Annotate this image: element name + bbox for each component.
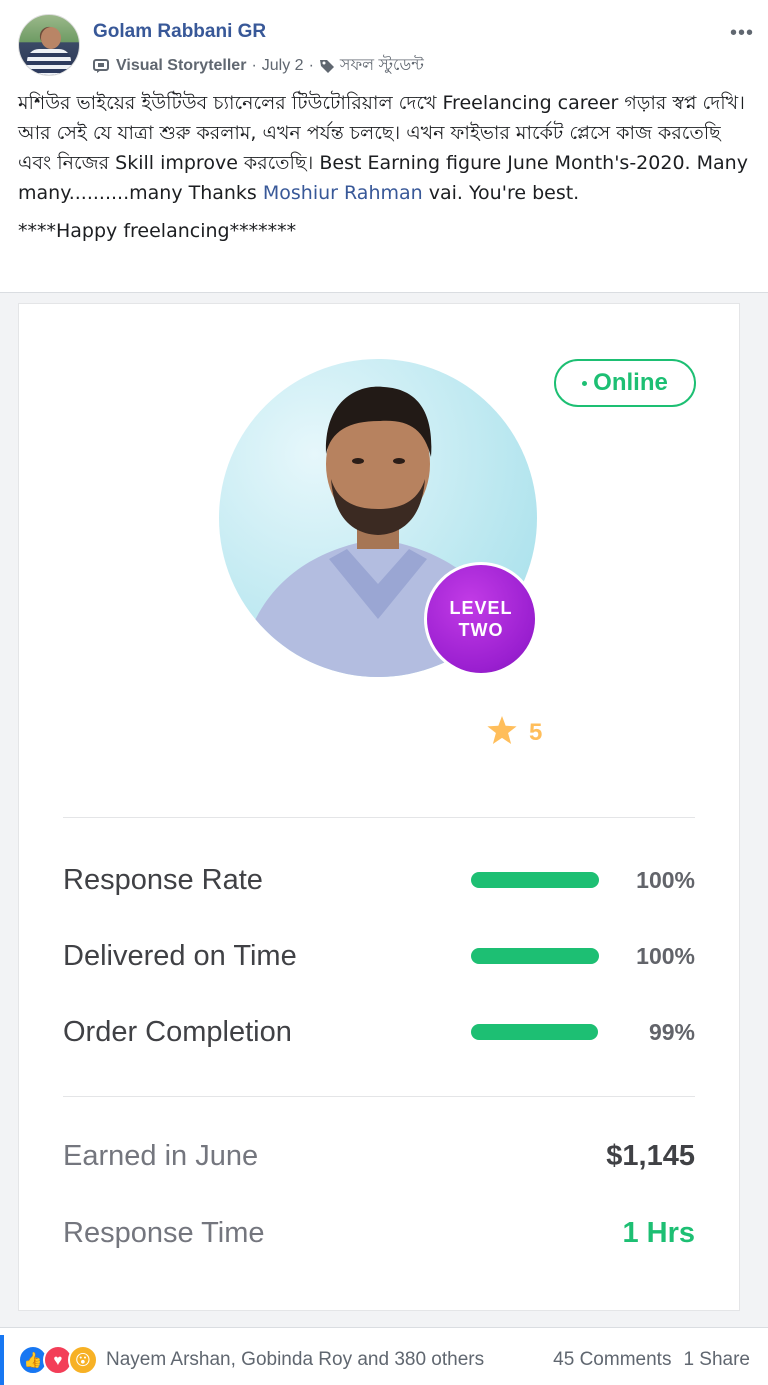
earned-value: $1,145: [606, 1140, 695, 1172]
stat-delivered-on-time: Delivered on Time 100%: [63, 936, 695, 976]
post-date[interactable]: July 2: [262, 57, 304, 75]
online-status-badge: Online: [554, 359, 696, 407]
reactors-link[interactable]: Nayem Arshan, Gobinda Roy and 380 others: [106, 1349, 553, 1371]
progress-bar: [471, 948, 599, 964]
mention-link[interactable]: Moshiur Rahman: [263, 182, 423, 204]
response-time-value: 1 Hrs: [622, 1217, 695, 1249]
shares-link[interactable]: 1 Share: [683, 1349, 750, 1371]
reaction-icons[interactable]: 👍 ♥ 😮: [18, 1345, 98, 1375]
response-time-row: Response Time 1 Hrs: [63, 1211, 695, 1255]
divider: [63, 817, 695, 818]
reactions-bar: 👍 ♥ 😮 Nayem Arshan, Gobinda Roy and 380 …: [0, 1335, 768, 1385]
divider: [63, 1096, 695, 1097]
seller-profile-card: Online LEVEL TWO 5 Response Rate 100% De…: [18, 303, 740, 1311]
stat-order-completion: Order Completion 99%: [63, 1012, 695, 1052]
post-image[interactable]: Online LEVEL TWO 5 Response Rate 100% De…: [0, 292, 768, 1328]
tag-icon: [319, 58, 335, 74]
progress-bar: [471, 1024, 598, 1040]
stat-label: Order Completion: [63, 1016, 292, 1048]
post-paragraph: মশিউর ভাইয়ের ইউটিউব চ্যানেলের টিউটোরিয়…: [18, 88, 753, 208]
stat-label: Response Rate: [63, 864, 263, 896]
level-two-badge: LEVEL TWO: [424, 562, 538, 676]
stat-value: 100%: [636, 867, 695, 893]
post-tag[interactable]: সফল স্টুডেন্ট: [340, 52, 424, 79]
post-header: Golam Rabbani GR Visual Storyteller · Ju…: [18, 14, 758, 78]
more-horizontal-icon[interactable]: •••: [730, 22, 754, 45]
level-badge-line: LEVEL: [449, 598, 513, 618]
stat-label: Delivered on Time: [63, 940, 297, 972]
comments-link[interactable]: 45 Comments: [553, 1349, 671, 1371]
meta-separator: ·: [308, 56, 314, 74]
response-time-label: Response Time: [63, 1217, 265, 1249]
storyteller-badge[interactable]: Visual Storyteller: [116, 57, 246, 75]
stat-value: 100%: [636, 943, 695, 969]
level-badge-line: TWO: [458, 620, 504, 640]
stat-response-rate: Response Rate 100%: [63, 860, 695, 900]
stat-value: 99%: [648, 1019, 695, 1045]
status-dot-icon: [582, 380, 588, 386]
storyteller-badge-icon: [93, 58, 111, 74]
earned-label: Earned in June: [63, 1140, 259, 1172]
wow-icon: 😮: [68, 1345, 98, 1375]
author-name[interactable]: Golam Rabbani GR: [93, 21, 266, 43]
star-icon: [487, 716, 517, 749]
rating-value: 5: [529, 718, 543, 746]
author-avatar[interactable]: [18, 14, 80, 76]
progress-bar: [471, 872, 599, 888]
status-label: Online: [593, 369, 668, 396]
seller-rating: 5: [487, 716, 542, 749]
post-meta: Visual Storyteller · July 2 · সফল স্টুডে…: [93, 52, 424, 79]
post-text-part: vai. You're best.: [422, 182, 580, 204]
earned-row: Earned in June $1,145: [63, 1134, 695, 1178]
post-paragraph: ****Happy freelancing*******: [18, 220, 297, 242]
meta-separator: ·: [251, 56, 257, 74]
post-text: মশিউর ভাইয়ের ইউটিউব চ্যানেলের টিউটোরিয়…: [18, 88, 753, 246]
